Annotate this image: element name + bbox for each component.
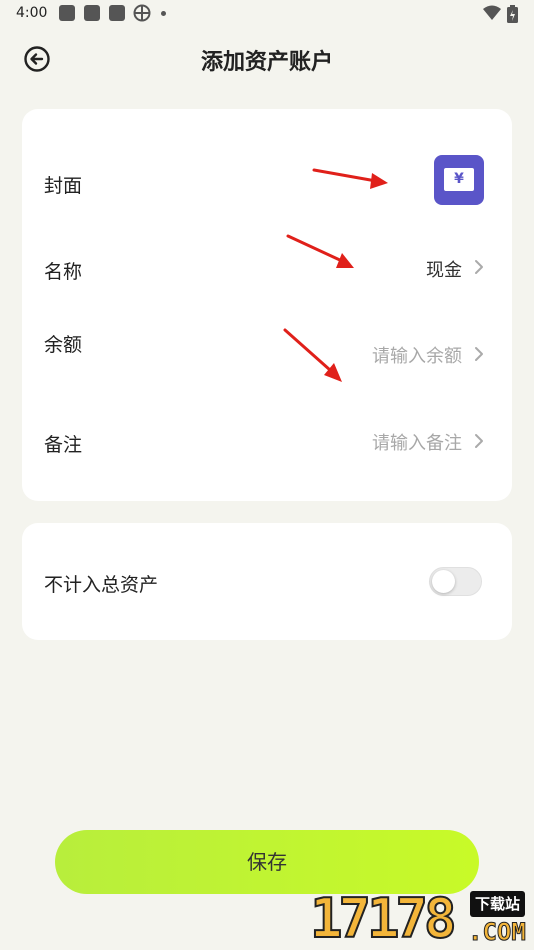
- account-form-card: 封面 ¥ 名称 现金 余额 请输入余额 备注 请输入备注: [22, 109, 512, 501]
- balance-label: 余额: [44, 334, 83, 356]
- battery-icon: [507, 5, 518, 23]
- status-bar: 4:00: [0, 0, 534, 28]
- status-time: 4:00: [16, 5, 48, 21]
- annotation-arrow: [286, 234, 354, 268]
- app-icon: [109, 5, 125, 21]
- balance-input[interactable]: 请输入余额: [372, 342, 462, 368]
- app-icon: [84, 5, 100, 21]
- watermark-domain: .COM: [468, 918, 527, 947]
- yuan-symbol: ¥: [444, 168, 474, 191]
- annotation-arrow: [283, 328, 342, 382]
- chevron-right-icon: [475, 260, 483, 274]
- page-title: 添加资产账户: [200, 50, 333, 75]
- balance-row[interactable]: 余额 请输入余额: [22, 321, 512, 411]
- cover-row[interactable]: 封面 ¥: [22, 109, 512, 244]
- exclude-total-card: 不计入总资产: [22, 523, 512, 640]
- watermark-logo: 17178 下载站 .COM: [308, 887, 534, 950]
- annotation-arrow: [312, 168, 388, 189]
- watermark-number: 17178: [309, 887, 458, 950]
- wifi-icon: [483, 5, 501, 20]
- chevron-right-icon: [475, 347, 483, 361]
- save-button[interactable]: 保存: [55, 830, 479, 894]
- money-bill-icon[interactable]: ¥: [434, 155, 484, 205]
- toggle-knob: [432, 570, 455, 593]
- note-row[interactable]: 备注 请输入备注: [22, 414, 512, 494]
- note-input[interactable]: 请输入备注: [372, 429, 462, 455]
- watermark-tag: 下载站: [470, 891, 526, 917]
- name-value: 现金: [426, 260, 462, 281]
- header: 添加资产账户: [0, 36, 534, 80]
- clover-icon: [133, 4, 151, 22]
- exclude-total-label: 不计入总资产: [44, 574, 159, 596]
- chevron-right-icon: [475, 434, 483, 448]
- exclude-total-toggle[interactable]: [429, 567, 482, 596]
- dot-icon: [161, 11, 166, 16]
- screen: 4:00 添加资产账户 封面 ¥ 名称 现金 余额 请输入余额 备注 请输入备注…: [0, 0, 534, 950]
- app-icon: [59, 5, 75, 21]
- name-label: 名称: [44, 261, 83, 283]
- note-label: 备注: [44, 434, 83, 456]
- cover-label: 封面: [44, 175, 83, 197]
